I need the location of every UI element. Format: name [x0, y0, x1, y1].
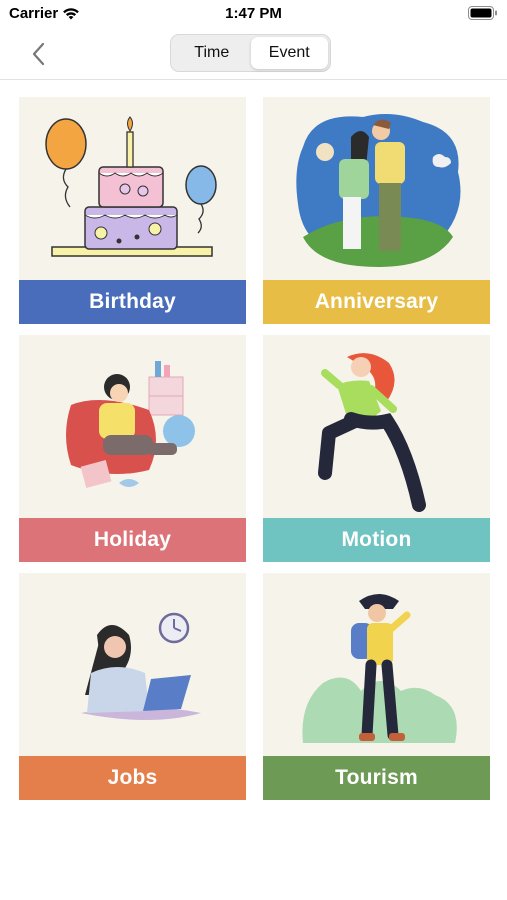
hiker-illustration — [302, 594, 457, 743]
battery-icon — [468, 6, 497, 20]
category-label-bar: Jobs — [19, 756, 246, 800]
category-label-bar: Motion — [263, 518, 490, 562]
birthday-cake-illustration — [45, 116, 217, 257]
category-label-bar: Birthday — [19, 280, 246, 324]
category-label: Jobs — [107, 766, 158, 789]
category-label: Tourism — [335, 766, 418, 789]
status-bar: Carrier 1:47 PM — [0, 0, 507, 28]
chevron-left-icon — [32, 42, 45, 66]
category-label-bar: Anniversary — [263, 280, 490, 324]
clock: 1:47 PM — [225, 5, 282, 22]
couple-kissing-illustration — [296, 113, 461, 267]
category-card-birthday[interactable]: Birthday — [19, 97, 246, 324]
category-label: Holiday — [93, 528, 172, 551]
category-card-holiday[interactable]: Holiday — [19, 335, 246, 562]
category-label: Motion — [341, 528, 412, 551]
category-card-tourism[interactable]: Tourism — [263, 573, 490, 800]
person-running-illustration — [318, 353, 426, 512]
category-card-motion[interactable]: Motion — [263, 335, 490, 562]
person-relaxing-illustration — [66, 361, 195, 488]
segmented-control: Time Event — [170, 34, 331, 72]
nav-bar: Time Event — [0, 28, 507, 80]
category-card-anniversary[interactable]: Anniversary — [263, 97, 490, 324]
category-label-bar: Tourism — [263, 756, 490, 800]
category-label: Anniversary — [314, 290, 439, 313]
person-at-laptop-illustration — [81, 612, 201, 720]
segment-time[interactable]: Time — [173, 37, 251, 69]
category-label: Birthday — [89, 290, 176, 313]
segment-event[interactable]: Event — [250, 37, 328, 69]
back-button[interactable] — [20, 36, 56, 72]
category-label-bar: Holiday — [19, 518, 246, 562]
category-card-jobs[interactable]: Jobs — [19, 573, 246, 800]
